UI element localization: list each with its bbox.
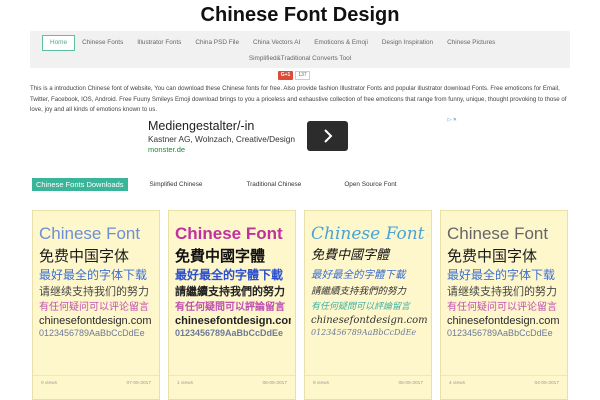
sample-line: chinesefontdesign.com	[39, 315, 152, 327]
category-tabs: Chinese Fonts Downloads Simplified Chine…	[32, 178, 397, 191]
font-sample: Chinese Font 免费中国字体 最好最全的字体下载 请继续支持我们的努力…	[447, 223, 563, 339]
sample-line: 免费中国字体	[447, 247, 538, 265]
sample-line: 最好最全的字體下載	[175, 268, 284, 282]
card-meta: 0 views 07-09-2017	[33, 375, 159, 395]
tab-traditional-chinese[interactable]: Traditional Chinese	[246, 181, 301, 188]
tab-simplified-chinese[interactable]: Simplified Chinese	[150, 181, 203, 188]
sample-line: 最好最全的字体下载	[447, 268, 556, 282]
nav-item-china-vectors-ai[interactable]: China Vectors AI	[246, 35, 307, 51]
sample-line: 请继续支持我们的努力	[39, 285, 149, 298]
nav-item-chinese-fonts[interactable]: Chinese Fonts	[75, 35, 130, 51]
sample-line: Chinese Font	[311, 224, 425, 244]
post-date: 05-09-2017	[398, 381, 423, 386]
sample-line: Chinese Font	[39, 224, 141, 243]
intro-text: This is a introduction Chinese font of w…	[30, 85, 567, 113]
view-count: 9 views	[313, 381, 329, 386]
font-card[interactable]: Chinese Font 免費中國字體 最好最全的字體下載 請繼續支持我們的努力…	[168, 210, 296, 400]
sample-line: Chinese Font	[175, 224, 283, 243]
ad-choices-icon[interactable]: ▷ ✕	[448, 117, 457, 123]
ad-open-button[interactable]	[307, 121, 348, 151]
nav-item-illustrator-fonts[interactable]: Illustrator Fonts	[130, 35, 188, 51]
sample-line: 0123456789AaBbCcDdEe	[39, 328, 145, 338]
font-sample: Chinese Font 免费中国字体 最好最全的字体下载 请继续支持我们的努力…	[39, 223, 155, 339]
sample-line: 免費中國字體	[175, 247, 266, 265]
nav-item-china-psd-file[interactable]: China PSD File	[188, 35, 246, 51]
card-meta: 1 views 06-09-2017	[169, 375, 295, 395]
sample-line: 請繼續支持我們的努力	[311, 286, 407, 297]
nav-item-chinese-pictures[interactable]: Chinese Pictures	[440, 35, 502, 51]
ad-description: Kastner AG, Wolnzach, Creative/Design	[148, 134, 295, 144]
nav-item-home[interactable]: Home	[42, 35, 76, 51]
sample-line: 請繼續支持我們的努力	[175, 285, 285, 298]
sample-line: chinesefontdesign.com	[175, 315, 291, 327]
nav-item-emoticons-emoji[interactable]: Emoticons & Emoji	[307, 35, 375, 51]
sample-line: 最好最全的字體下載	[311, 269, 406, 281]
post-date: 04-09-2017	[534, 381, 559, 386]
sample-line: chinesefontdesign.com	[311, 315, 427, 326]
font-card[interactable]: Chinese Font 免费中国字体 最好最全的字体下载 请继续支持我们的努力…	[440, 210, 568, 400]
post-date: 06-09-2017	[262, 381, 287, 386]
site-header: Chinese Font Design	[0, 0, 600, 31]
tab-open-source-font[interactable]: Open Source Font	[344, 181, 396, 188]
sample-line: Chinese Font	[447, 224, 549, 243]
sample-line: 免费中国字体	[39, 247, 130, 265]
font-sample: Chinese Font 免費中國字體 最好最全的字體下載 請繼續支持我們的努力…	[175, 223, 291, 339]
share-buttons: G+1 137	[278, 71, 310, 80]
sample-line: 0123456789AaBbCcDdEe	[447, 328, 553, 338]
nav-item-converter-tool[interactable]: Simplified&Traditional Converts Tool	[30, 53, 570, 65]
nav-item-design-inspiration[interactable]: Design Inspiration	[375, 35, 440, 51]
view-count: 4 views	[449, 381, 465, 386]
card-meta: 9 views 05-09-2017	[305, 375, 431, 395]
font-card[interactable]: Chinese Font 免費中國字體 最好最全的字體下載 請繼續支持我們的努力…	[304, 210, 432, 400]
sample-line: 有任何疑问可以评论留言	[447, 302, 557, 313]
sample-line: chinesefontdesign.com	[447, 315, 560, 327]
sample-line: 有任何疑問可以評論留言	[175, 302, 285, 313]
post-date: 07-09-2017	[126, 381, 151, 386]
main-nav: Home Chinese Fonts Illustrator Fonts Chi…	[30, 31, 570, 68]
view-count: 0 views	[41, 381, 57, 386]
google-plus-button[interactable]: G+1	[278, 71, 293, 80]
ad-url[interactable]: monster.de	[148, 145, 185, 154]
sample-line: 0123456789AaBbCcDdEe	[175, 328, 284, 338]
card-meta: 4 views 04-09-2017	[441, 375, 567, 395]
sample-line: 有任何疑問可以評論留言	[311, 302, 411, 312]
sample-line: 请继续支持我们的努力	[447, 285, 557, 298]
share-count: 137	[295, 71, 310, 80]
ad-headline[interactable]: Mediengestalter/-in	[148, 119, 254, 133]
nav-row: Home Chinese Fonts Illustrator Fonts Chi…	[42, 35, 562, 51]
sample-line: 免費中國字體	[311, 248, 390, 263]
sample-line: 0123456789AaBbCcDdEe	[311, 328, 417, 337]
font-sample: Chinese Font 免費中國字體 最好最全的字體下載 請繼續支持我們的努力…	[311, 223, 427, 339]
view-count: 1 views	[177, 381, 193, 386]
site-title[interactable]: Chinese Font Design	[201, 0, 400, 31]
tab-chinese-fonts-downloads[interactable]: Chinese Fonts Downloads	[32, 178, 128, 191]
ad-banner[interactable]: ▷ ✕ Mediengestalter/-in Kastner AG, Woln…	[145, 117, 457, 157]
chevron-right-icon	[323, 129, 332, 143]
font-card[interactable]: Chinese Font 免费中国字体 最好最全的字体下载 请继续支持我们的努力…	[32, 210, 160, 400]
sample-line: 有任何疑问可以评论留言	[39, 302, 149, 313]
sample-line: 最好最全的字体下载	[39, 268, 148, 282]
